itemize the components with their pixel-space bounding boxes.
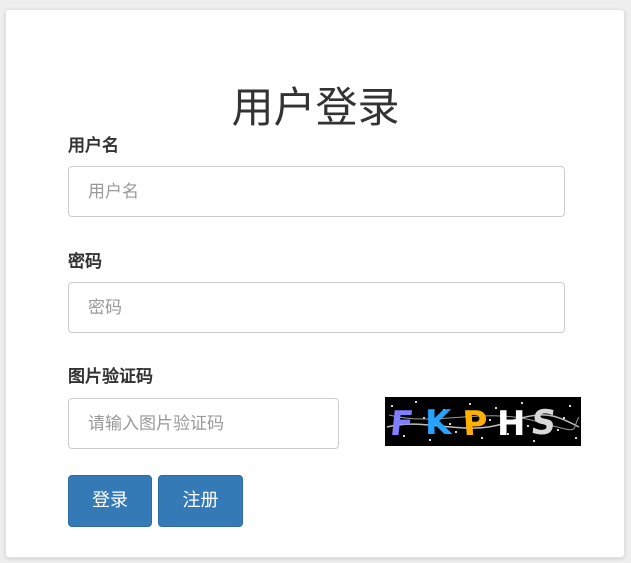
captcha-input[interactable] [68, 398, 339, 449]
svg-text:K: K [425, 403, 453, 443]
svg-text:H: H [497, 404, 525, 444]
username-label: 用户名 [68, 136, 119, 156]
page-title: 用户登录 [231, 83, 400, 133]
username-input[interactable] [68, 166, 565, 217]
svg-text:P: P [461, 404, 489, 444]
login-button[interactable]: 登录 [68, 475, 152, 527]
register-button[interactable]: 注册 [158, 475, 243, 527]
svg-text:F: F [388, 404, 415, 444]
captcha-label: 图片验证码 [68, 367, 153, 387]
password-input[interactable] [68, 282, 565, 333]
password-label: 密码 [68, 252, 102, 272]
captcha-image[interactable]: F K P H S [385, 397, 581, 446]
captcha-graphic: F K P H S [385, 397, 581, 446]
